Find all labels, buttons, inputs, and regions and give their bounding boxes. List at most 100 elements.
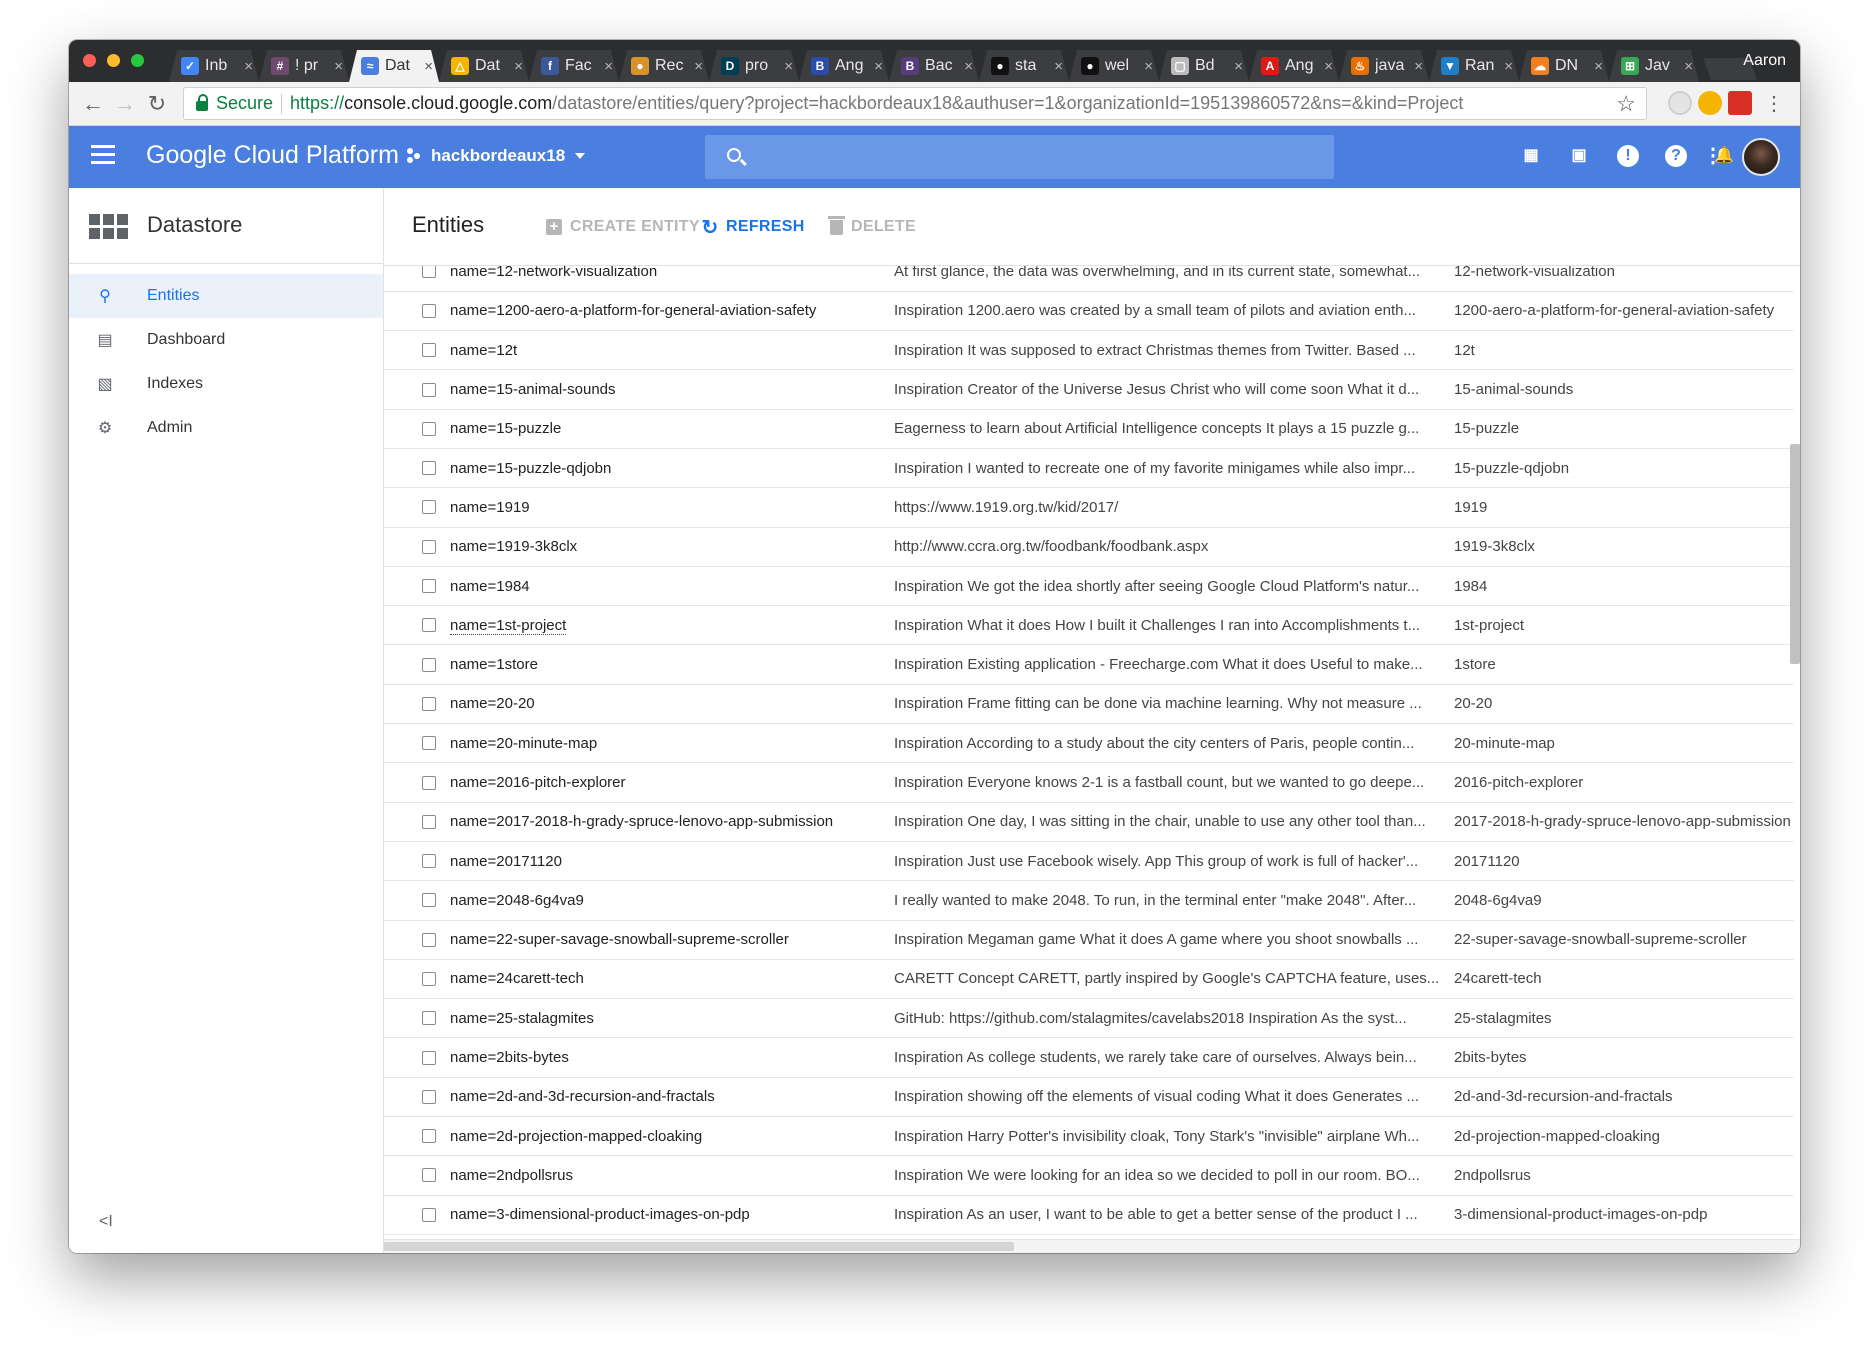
entity-key-link[interactable]: name=2ndpollsrus — [450, 1167, 573, 1184]
forward-arrow-icon[interactable]: → — [111, 90, 139, 118]
row-checkbox[interactable] — [422, 421, 436, 436]
table-row[interactable]: name=2ndpollsrus Inspiration We were look… — [384, 1156, 1794, 1196]
entity-key-link[interactable]: name=15-puzzle-qdjobn — [450, 460, 611, 477]
entity-key-cell[interactable]: name=15-animal-sounds — [450, 370, 894, 409]
close-icon[interactable]: × — [1684, 58, 1693, 75]
horizontal-scrollbar[interactable] — [384, 1239, 1800, 1253]
table-row[interactable]: name=2017-2018-h-grady-spruce-lenovo-app… — [384, 802, 1794, 842]
row-checkbox[interactable] — [422, 893, 436, 908]
browser-tab[interactable]: Dpro × — [709, 50, 799, 82]
table-row[interactable]: name=1200-aero-a-platform-for-general-av… — [384, 291, 1794, 331]
entity-key-link[interactable]: name=1st-project — [450, 616, 567, 635]
entity-key-link[interactable]: name=12t — [450, 342, 517, 359]
entity-key-cell[interactable]: name=1200-aero-a-platform-for-general-av… — [450, 291, 894, 330]
table-row[interactable]: name=12t Inspiration It was supposed to e… — [384, 331, 1794, 370]
entity-key-link[interactable]: name=20-minute-map — [450, 735, 597, 752]
minimize-window-button[interactable] — [107, 54, 120, 67]
close-icon[interactable]: × — [1234, 58, 1243, 75]
entity-key-link[interactable]: name=2d-projection-mapped-cloaking — [450, 1128, 702, 1145]
extension-icon[interactable] — [1668, 91, 1692, 115]
entity-key-link[interactable]: name=1984 — [450, 578, 530, 595]
entity-key-link[interactable]: name=1store — [450, 656, 538, 673]
close-icon[interactable]: × — [1054, 58, 1063, 75]
table-row[interactable]: name=2048-6g4va9 I really wanted to make … — [384, 881, 1794, 921]
entity-key-link[interactable]: name=2bits-bytes — [450, 1049, 569, 1066]
entity-key-cell[interactable]: name=1919-3k8clx — [450, 527, 894, 566]
table-row[interactable]: name=20-minute-map Inspiration According … — [384, 724, 1794, 763]
row-checkbox[interactable] — [422, 303, 436, 318]
back-arrow-icon[interactable]: ← — [79, 90, 107, 118]
table-row[interactable]: name=2bits-bytes Inspiration As college s… — [384, 1038, 1794, 1078]
close-icon[interactable]: × — [784, 58, 793, 75]
browser-tab[interactable]: ✓ Inb × — [169, 50, 259, 82]
entity-key-cell[interactable]: name=15-puzzle — [450, 409, 894, 448]
browser-tab[interactable]: B Bac × — [889, 50, 979, 82]
entity-key-cell[interactable]: name=2017-2018-h-grady-spruce-lenovo-app… — [450, 802, 894, 841]
entity-key-link[interactable]: name=22-super-savage-snowball-supreme-sc… — [450, 931, 789, 948]
entity-key-cell[interactable]: name=1984 — [450, 566, 894, 605]
row-checkbox[interactable] — [422, 1207, 436, 1222]
row-checkbox[interactable] — [422, 854, 436, 869]
entity-key-cell[interactable]: name=22-super-savage-snowball-supreme-sc… — [450, 920, 894, 959]
table-row[interactable]: name=3-dimensional-product-images-on-pdp… — [384, 1195, 1794, 1235]
browser-tab[interactable]: # ! pr × — [259, 50, 349, 82]
more-vert-icon[interactable]: ⋮ — [1702, 145, 1724, 167]
table-row[interactable]: name=15-animal-sounds Inspiration Creator… — [384, 370, 1794, 410]
table-row[interactable]: name=1984 Inspiration We got the idea sho… — [384, 566, 1794, 606]
entity-key-cell[interactable]: name=1919 — [450, 488, 894, 527]
table-row[interactable]: name=25-stalagmites GitHub: https://githu… — [384, 999, 1794, 1038]
row-checkbox[interactable] — [422, 1011, 436, 1026]
close-icon[interactable]: × — [964, 58, 973, 75]
entity-key-cell[interactable]: name=3-dimensional-product-images-on-pdp — [450, 1195, 894, 1234]
table-row[interactable]: name=20171120 Inspiration Just use Facebo… — [384, 841, 1794, 881]
table-row[interactable]: name=20-20 Inspiration Frame fitting can … — [384, 684, 1794, 724]
entity-key-link[interactable]: name=2d-and-3d-recursion-and-fractals — [450, 1088, 715, 1105]
close-icon[interactable]: × — [1594, 58, 1603, 75]
menu-icon[interactable] — [91, 145, 115, 169]
browser-tab[interactable]: ⊞ Jav × — [1609, 50, 1699, 82]
table-row[interactable]: name=2d-projection-mapped-cloaking Inspir… — [384, 1117, 1794, 1156]
row-checkbox[interactable] — [422, 1089, 436, 1104]
browser-tab[interactable]: ● Rec × — [619, 50, 709, 82]
row-checkbox[interactable] — [422, 775, 436, 790]
entity-key-cell[interactable]: name=2016-pitch-explorer — [450, 763, 894, 802]
close-icon[interactable]: × — [1414, 58, 1423, 75]
sidebar-item-entities[interactable]: ⚲ Entities — [69, 274, 383, 318]
entity-key-cell[interactable]: name=2d-projection-mapped-cloaking — [450, 1117, 894, 1156]
entity-key-cell[interactable]: name=2048-6g4va9 — [450, 881, 894, 920]
profile-name[interactable]: Aaron — [1743, 52, 1786, 70]
sidebar-item-dashboard[interactable]: ▤ Dashboard — [69, 318, 383, 362]
project-picker[interactable]: hackbordeaux18 — [407, 146, 586, 166]
close-window-button[interactable] — [83, 54, 96, 67]
close-icon[interactable]: × — [424, 58, 433, 75]
entity-key-link[interactable]: name=15-puzzle — [450, 420, 561, 437]
maximize-window-button[interactable] — [131, 54, 144, 67]
row-checkbox[interactable] — [422, 814, 436, 829]
table-row[interactable]: name=24carett-tech CARETT Concept CARETT,… — [384, 959, 1794, 999]
feedback-icon[interactable]: ! — [1617, 145, 1639, 167]
browser-tab[interactable]: ▢ Bd × — [1159, 50, 1249, 82]
vertical-scrollbar[interactable] — [1790, 444, 1800, 664]
browser-tab[interactable]: f Fac × — [529, 50, 619, 82]
entity-key-link[interactable]: name=15-animal-sounds — [450, 381, 616, 398]
entity-key-link[interactable]: name=12-network-visualization — [450, 266, 657, 280]
row-checkbox[interactable] — [422, 1050, 436, 1065]
entity-key-cell[interactable]: name=12t — [450, 331, 894, 370]
table-row[interactable]: name=2d-and-3d-recursion-and-fractals Ins… — [384, 1077, 1794, 1117]
collapse-sidebar-button[interactable]: <I — [99, 1213, 113, 1231]
entity-key-cell[interactable]: name=25-stalagmites — [450, 999, 894, 1038]
entity-key-cell[interactable]: name=2ndpollsrus — [450, 1156, 894, 1195]
close-icon[interactable]: × — [604, 58, 613, 75]
browser-tab[interactable]: ▼ Ran × — [1429, 50, 1519, 82]
table-row[interactable]: name=1st-project Inspiration What it does… — [384, 606, 1794, 645]
reload-icon[interactable]: ↻ — [143, 90, 171, 118]
row-checkbox[interactable] — [422, 971, 436, 986]
table-row[interactable]: name=2016-pitch-explorer Inspiration Ever… — [384, 763, 1794, 803]
row-checkbox[interactable] — [422, 579, 436, 594]
row-checkbox[interactable] — [422, 1129, 436, 1144]
entity-key-link[interactable]: name=24carett-tech — [450, 970, 584, 987]
entity-key-link[interactable]: name=1200-aero-a-platform-for-general-av… — [450, 302, 816, 319]
close-icon[interactable]: × — [334, 58, 343, 75]
entity-key-cell[interactable]: name=1st-project — [450, 606, 894, 645]
row-checkbox[interactable] — [422, 696, 436, 711]
